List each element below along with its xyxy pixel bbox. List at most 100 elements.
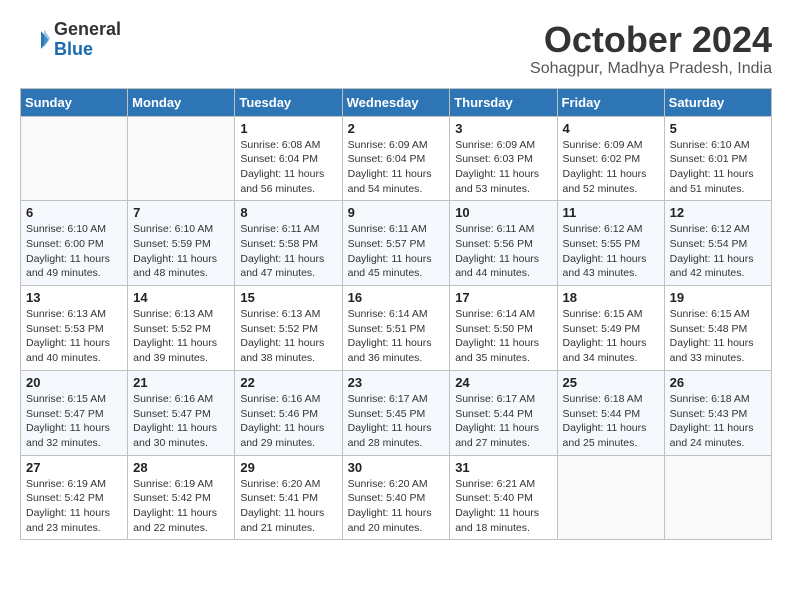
day-info: Sunrise: 6:17 AM Sunset: 5:45 PM Dayligh…: [348, 392, 445, 451]
day-number: 28: [133, 460, 229, 475]
day-number: 21: [133, 375, 229, 390]
calendar-cell: 9 Sunrise: 6:11 AM Sunset: 5:57 PM Daylig…: [342, 201, 450, 286]
calendar-cell: 13 Sunrise: 6:13 AM Sunset: 5:53 PM Dayli…: [21, 286, 128, 371]
weekday-header-row: SundayMondayTuesdayWednesdayThursdayFrid…: [21, 88, 772, 116]
day-number: 22: [240, 375, 336, 390]
calendar-cell: 22 Sunrise: 6:16 AM Sunset: 5:46 PM Dayli…: [235, 370, 342, 455]
day-number: 25: [563, 375, 659, 390]
calendar-week-row: 1 Sunrise: 6:08 AM Sunset: 6:04 PM Daylig…: [21, 116, 772, 201]
day-info: Sunrise: 6:14 AM Sunset: 5:50 PM Dayligh…: [455, 307, 551, 366]
day-number: 15: [240, 290, 336, 305]
day-number: 4: [563, 121, 659, 136]
page-header: General Blue October 2024 Sohagpur, Madh…: [20, 20, 772, 78]
day-number: 31: [455, 460, 551, 475]
calendar-cell: 17 Sunrise: 6:14 AM Sunset: 5:50 PM Dayli…: [450, 286, 557, 371]
day-number: 8: [240, 205, 336, 220]
calendar-cell: 24 Sunrise: 6:17 AM Sunset: 5:44 PM Dayli…: [450, 370, 557, 455]
calendar-week-row: 6 Sunrise: 6:10 AM Sunset: 6:00 PM Daylig…: [21, 201, 772, 286]
day-number: 1: [240, 121, 336, 136]
calendar-cell: [128, 116, 235, 201]
weekday-header-tuesday: Tuesday: [235, 88, 342, 116]
calendar-cell: 4Sunrise: 6:09 AM Sunset: 6:02 PM Daylig…: [557, 116, 664, 201]
day-number: 13: [26, 290, 122, 305]
day-number: 9: [348, 205, 445, 220]
day-number: 11: [563, 205, 659, 220]
day-info: Sunrise: 6:17 AM Sunset: 5:44 PM Dayligh…: [455, 392, 551, 451]
calendar-cell: 7Sunrise: 6:10 AM Sunset: 5:59 PM Daylig…: [128, 201, 235, 286]
calendar-cell: 1 Sunrise: 6:08 AM Sunset: 6:04 PM Daylig…: [235, 116, 342, 201]
calendar-cell: 8 Sunrise: 6:11 AM Sunset: 5:58 PM Daylig…: [235, 201, 342, 286]
day-info: Sunrise: 6:20 AM Sunset: 5:41 PM Dayligh…: [240, 477, 336, 536]
month-title: October 2024: [530, 20, 772, 60]
day-info: Sunrise: 6:19 AM Sunset: 5:42 PM Dayligh…: [26, 477, 122, 536]
logo-blue-text: Blue: [54, 40, 121, 60]
calendar-week-row: 27 Sunrise: 6:19 AM Sunset: 5:42 PM Dayli…: [21, 455, 772, 540]
day-info: Sunrise: 6:13 AM Sunset: 5:53 PM Dayligh…: [26, 307, 122, 366]
day-number: 24: [455, 375, 551, 390]
calendar-cell: 25Sunrise: 6:18 AM Sunset: 5:44 PM Dayli…: [557, 370, 664, 455]
day-info: Sunrise: 6:09 AM Sunset: 6:03 PM Dayligh…: [455, 138, 551, 197]
calendar-cell: 31Sunrise: 6:21 AM Sunset: 5:40 PM Dayli…: [450, 455, 557, 540]
day-number: 30: [348, 460, 445, 475]
weekday-header-friday: Friday: [557, 88, 664, 116]
calendar-cell: 3 Sunrise: 6:09 AM Sunset: 6:03 PM Daylig…: [450, 116, 557, 201]
day-info: Sunrise: 6:19 AM Sunset: 5:42 PM Dayligh…: [133, 477, 229, 536]
calendar-cell: 12 Sunrise: 6:12 AM Sunset: 5:54 PM Dayli…: [664, 201, 771, 286]
calendar-table: SundayMondayTuesdayWednesdayThursdayFrid…: [20, 88, 772, 541]
day-info: Sunrise: 6:11 AM Sunset: 5:56 PM Dayligh…: [455, 222, 551, 281]
day-info: Sunrise: 6:18 AM Sunset: 5:43 PM Dayligh…: [670, 392, 766, 451]
day-number: 19: [670, 290, 766, 305]
weekday-header-saturday: Saturday: [664, 88, 771, 116]
day-info: Sunrise: 6:11 AM Sunset: 5:57 PM Dayligh…: [348, 222, 445, 281]
day-number: 10: [455, 205, 551, 220]
day-info: Sunrise: 6:20 AM Sunset: 5:40 PM Dayligh…: [348, 477, 445, 536]
day-number: 27: [26, 460, 122, 475]
day-info: Sunrise: 6:13 AM Sunset: 5:52 PM Dayligh…: [133, 307, 229, 366]
calendar-cell: 29 Sunrise: 6:20 AM Sunset: 5:41 PM Dayli…: [235, 455, 342, 540]
day-number: 12: [670, 205, 766, 220]
calendar-week-row: 20 Sunrise: 6:15 AM Sunset: 5:47 PM Dayli…: [21, 370, 772, 455]
day-info: Sunrise: 6:16 AM Sunset: 5:46 PM Dayligh…: [240, 392, 336, 451]
title-block: October 2024 Sohagpur, Madhya Pradesh, I…: [530, 20, 772, 78]
day-number: 5: [670, 121, 766, 136]
day-info: Sunrise: 6:08 AM Sunset: 6:04 PM Dayligh…: [240, 138, 336, 197]
day-number: 17: [455, 290, 551, 305]
weekday-header-sunday: Sunday: [21, 88, 128, 116]
calendar-cell: 20 Sunrise: 6:15 AM Sunset: 5:47 PM Dayli…: [21, 370, 128, 455]
day-info: Sunrise: 6:15 AM Sunset: 5:47 PM Dayligh…: [26, 392, 122, 451]
calendar-cell: [557, 455, 664, 540]
calendar-cell: 21 Sunrise: 6:16 AM Sunset: 5:47 PM Dayli…: [128, 370, 235, 455]
day-info: Sunrise: 6:12 AM Sunset: 5:55 PM Dayligh…: [563, 222, 659, 281]
calendar-cell: 14Sunrise: 6:13 AM Sunset: 5:52 PM Dayli…: [128, 286, 235, 371]
day-number: 23: [348, 375, 445, 390]
day-info: Sunrise: 6:15 AM Sunset: 5:49 PM Dayligh…: [563, 307, 659, 366]
calendar-cell: 27 Sunrise: 6:19 AM Sunset: 5:42 PM Dayli…: [21, 455, 128, 540]
day-info: Sunrise: 6:12 AM Sunset: 5:54 PM Dayligh…: [670, 222, 766, 281]
calendar-cell: 30 Sunrise: 6:20 AM Sunset: 5:40 PM Dayli…: [342, 455, 450, 540]
day-info: Sunrise: 6:09 AM Sunset: 6:04 PM Dayligh…: [348, 138, 445, 197]
day-info: Sunrise: 6:10 AM Sunset: 6:00 PM Dayligh…: [26, 222, 122, 281]
calendar-cell: 16 Sunrise: 6:14 AM Sunset: 5:51 PM Dayli…: [342, 286, 450, 371]
weekday-header-monday: Monday: [128, 88, 235, 116]
calendar-cell: 15Sunrise: 6:13 AM Sunset: 5:52 PM Dayli…: [235, 286, 342, 371]
day-number: 6: [26, 205, 122, 220]
calendar-cell: 18 Sunrise: 6:15 AM Sunset: 5:49 PM Dayli…: [557, 286, 664, 371]
day-info: Sunrise: 6:16 AM Sunset: 5:47 PM Dayligh…: [133, 392, 229, 451]
day-number: 20: [26, 375, 122, 390]
day-number: 16: [348, 290, 445, 305]
calendar-cell: 23 Sunrise: 6:17 AM Sunset: 5:45 PM Dayli…: [342, 370, 450, 455]
calendar-cell: 19 Sunrise: 6:15 AM Sunset: 5:48 PM Dayli…: [664, 286, 771, 371]
calendar-cell: [664, 455, 771, 540]
calendar-week-row: 13 Sunrise: 6:13 AM Sunset: 5:53 PM Dayli…: [21, 286, 772, 371]
calendar-cell: 28 Sunrise: 6:19 AM Sunset: 5:42 PM Dayli…: [128, 455, 235, 540]
day-number: 3: [455, 121, 551, 136]
day-info: Sunrise: 6:15 AM Sunset: 5:48 PM Dayligh…: [670, 307, 766, 366]
day-info: Sunrise: 6:11 AM Sunset: 5:58 PM Dayligh…: [240, 222, 336, 281]
day-number: 18: [563, 290, 659, 305]
calendar-cell: 6 Sunrise: 6:10 AM Sunset: 6:00 PM Daylig…: [21, 201, 128, 286]
weekday-header-wednesday: Wednesday: [342, 88, 450, 116]
day-info: Sunrise: 6:14 AM Sunset: 5:51 PM Dayligh…: [348, 307, 445, 366]
day-number: 29: [240, 460, 336, 475]
calendar-cell: 2Sunrise: 6:09 AM Sunset: 6:04 PM Daylig…: [342, 116, 450, 201]
day-number: 26: [670, 375, 766, 390]
